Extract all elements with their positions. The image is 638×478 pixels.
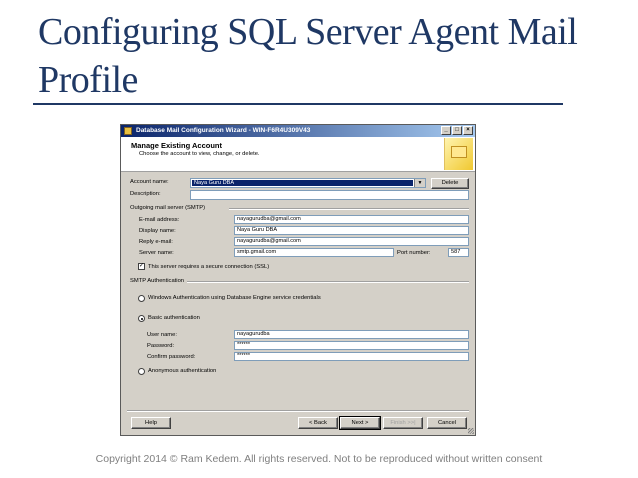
window-titlebar[interactable]: Database Mail Configuration Wizard - WIN…	[121, 125, 475, 137]
mail-envelope-icon	[444, 138, 473, 170]
smtp-group-label: Outgoing mail server (SMTP)	[130, 205, 206, 211]
banner-title: Manage Existing Account	[131, 141, 222, 150]
chevron-down-icon[interactable]: ▼	[414, 179, 425, 187]
user-name-field[interactable]: nayagurudba	[234, 330, 469, 339]
back-button[interactable]: < Back	[298, 417, 338, 429]
description-label: Description:	[130, 191, 161, 197]
windows-auth-radio[interactable]	[138, 295, 145, 302]
banner-subtitle: Choose the account to view, change, or d…	[139, 151, 260, 157]
wizard-banner: Manage Existing Account Choose the accou…	[121, 137, 475, 172]
port-number-field[interactable]: 587	[448, 248, 469, 257]
server-name-field[interactable]: smtp.gmail.com	[234, 248, 394, 257]
description-field[interactable]	[190, 190, 469, 200]
ssl-label: This server requires a secure connection…	[148, 264, 270, 270]
window-title: Database Mail Configuration Wizard - WIN…	[136, 127, 311, 134]
user-name-label: User name:	[147, 332, 177, 338]
auth-group-label: SMTP Authentication	[130, 278, 185, 284]
auth-group-divider	[187, 281, 469, 283]
next-button[interactable]: Next >	[339, 416, 381, 430]
slide-footer: Copyright 2014 © Ram Kedem. All rights r…	[95, 453, 543, 465]
delete-button[interactable]: Delete	[431, 178, 469, 189]
finish-button[interactable]: Finish >>|	[383, 417, 423, 429]
help-button[interactable]: Help	[131, 417, 171, 429]
display-name-label: Display name:	[139, 228, 176, 234]
display-name-field[interactable]: Naya Guru DBA	[234, 226, 469, 235]
wizard-window: Database Mail Configuration Wizard - WIN…	[120, 124, 476, 436]
anonymous-auth-label: Anonymous authentication	[148, 368, 217, 374]
close-icon[interactable]: ×	[463, 126, 473, 135]
account-name-select[interactable]: Naya Guru DBA ▼	[190, 178, 426, 188]
account-name-value: Naya Guru DBA	[192, 180, 413, 186]
password-field[interactable]: ******	[234, 341, 469, 350]
cancel-button[interactable]: Cancel	[427, 417, 467, 429]
resize-grip-icon[interactable]	[468, 428, 474, 434]
port-number-label: Port number:	[397, 250, 431, 256]
reply-email-label: Reply e-mail:	[139, 239, 173, 245]
email-label: E-mail address:	[139, 217, 180, 223]
windows-auth-label: Windows Authentication using Database En…	[148, 295, 321, 301]
maximize-icon[interactable]: □	[452, 126, 462, 135]
smtp-group-divider	[229, 208, 469, 210]
basic-auth-radio[interactable]	[138, 315, 145, 322]
window-controls: _ □ ×	[441, 126, 473, 135]
server-name-label: Server name:	[139, 250, 174, 256]
app-icon	[124, 127, 132, 135]
title-underline	[33, 103, 563, 105]
basic-auth-label: Basic authentication	[148, 315, 200, 321]
account-name-label: Account name:	[130, 179, 169, 185]
email-field[interactable]: nayagurudba@gmail.com	[234, 215, 469, 224]
minimize-icon[interactable]: _	[441, 126, 451, 135]
reply-email-field[interactable]: nayagurudba@gmail.com	[234, 237, 469, 246]
password-label: Password:	[147, 343, 175, 349]
ssl-checkbox[interactable]: ✓	[138, 263, 145, 270]
confirm-password-label: Confirm password:	[147, 354, 196, 360]
anonymous-auth-radio[interactable]	[138, 368, 145, 375]
confirm-password-field[interactable]: ******	[234, 352, 469, 361]
footer-separator	[127, 410, 469, 412]
slide-title: Configuring SQL Server Agent Mail Profil…	[38, 11, 578, 101]
